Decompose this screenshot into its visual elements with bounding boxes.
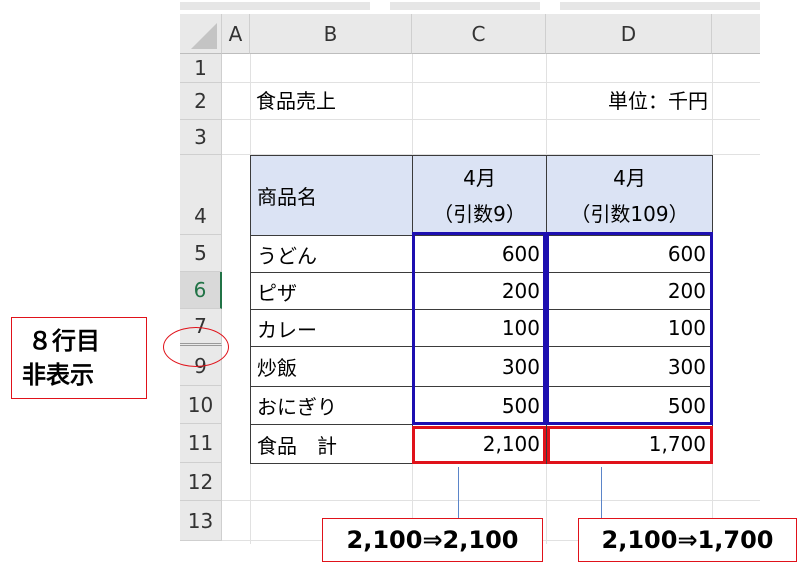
row-header-6[interactable]: 6 — [180, 272, 222, 309]
column-header-e[interactable] — [712, 14, 760, 54]
highlight-d-total — [547, 426, 713, 464]
callout-c: 2,100⇒2,100 — [322, 518, 543, 562]
highlight-d-values — [546, 232, 713, 425]
page-margin — [0, 0, 180, 577]
gridline — [222, 500, 760, 501]
row-header-5[interactable]: 5 — [180, 235, 222, 272]
row-header-11[interactable]: 11 — [180, 424, 222, 463]
ribbon-segment — [180, 2, 370, 10]
row-header-12[interactable]: 12 — [180, 463, 222, 501]
item-name-cell[interactable]: ピザ — [250, 272, 413, 310]
item-name-cell[interactable]: おにぎり — [250, 386, 413, 425]
hidden-row-marker — [163, 327, 229, 367]
column-header-a[interactable]: A — [222, 14, 250, 54]
item-name-cell[interactable]: カレー — [250, 309, 413, 347]
row-header-10[interactable]: 10 — [180, 386, 222, 424]
header-col-c[interactable]: 4月 （引数9） — [412, 155, 547, 236]
row-header-3[interactable]: 3 — [180, 120, 222, 155]
row-header-13[interactable]: 13 — [180, 501, 222, 541]
column-header-d[interactable]: D — [546, 14, 712, 54]
callout-connector — [458, 467, 459, 519]
ribbon-segment — [390, 2, 540, 10]
column-header-b[interactable]: B — [250, 14, 412, 54]
unit-label[interactable]: 単位：千円 — [546, 86, 708, 116]
hidden-row-note-line1: ８行目 — [28, 327, 100, 355]
row-header-4[interactable]: 4 — [180, 155, 222, 235]
row-header-2[interactable]: 2 — [180, 83, 222, 120]
total-name-cell[interactable]: 食品 計 — [250, 424, 413, 464]
highlight-c-total — [412, 426, 546, 464]
header-col-d-line1: 4月 — [613, 165, 646, 190]
header-item-name-label: 商品名 — [257, 185, 317, 209]
hidden-row-note: ８行目 非表示 — [11, 317, 147, 399]
header-col-c-line2: （引数9） — [433, 201, 526, 226]
hidden-row-note-line2: 非表示 — [22, 361, 94, 389]
row-header-1[interactable]: 1 — [180, 54, 222, 83]
highlight-c-values — [412, 232, 546, 425]
callout-connector — [601, 467, 602, 519]
gridline — [222, 119, 760, 120]
header-col-c-line1: 4月 — [463, 165, 496, 190]
header-item-name[interactable]: 商品名 — [250, 155, 413, 236]
sheet-title[interactable]: 食品売上 — [256, 86, 336, 116]
select-all-triangle-icon — [191, 23, 217, 49]
item-name-cell[interactable]: うどん — [250, 235, 413, 273]
gridline — [222, 82, 760, 83]
ribbon-segment — [560, 2, 760, 10]
ribbon-remnant — [180, 0, 760, 14]
column-header-c[interactable]: C — [412, 14, 546, 54]
item-name-cell[interactable]: 炒飯 — [250, 346, 413, 387]
select-all-corner[interactable] — [180, 14, 222, 54]
header-col-d-line2: （引数109） — [570, 201, 689, 226]
header-col-d[interactable]: 4月 （引数109） — [546, 155, 713, 236]
callout-d: 2,100⇒1,700 — [578, 518, 797, 562]
